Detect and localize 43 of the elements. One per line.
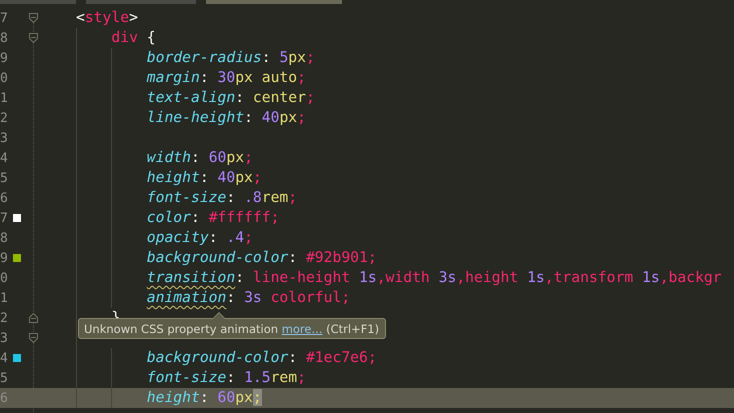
line-number: 0 [0,70,9,86]
line-number: 9 [0,50,9,66]
line-number: 5 [0,170,9,186]
code-line: text-align: center; [146,88,315,108]
fold-end-icon[interactable] [29,313,38,323]
fold-collapse-icon[interactable] [29,13,38,23]
line-number: 8 [0,230,9,246]
code-line: line-height: 40px; [146,108,306,128]
fold-collapse-icon[interactable] [29,333,38,343]
code-line: background-color: #92b901; [146,248,377,268]
line-number: 1 [0,90,9,106]
line-number: 7 [0,210,9,226]
line-number: 2 [0,310,9,326]
code-line: width: 60px; [146,148,253,168]
line-number: 9 [0,250,9,266]
code-line: opacity: .4; [146,228,253,248]
line-number: 2 [0,110,9,126]
code-line: margin: 30px auto; [146,68,306,88]
code-line: border-radius: 5px; [146,48,315,68]
code-line: div { [111,28,156,48]
code-line: font-size: 1.5 rem; [146,368,306,388]
code-line: animation: 3s colorful; [146,288,350,308]
line-number: 6 [0,390,9,406]
line-number: 3 [0,130,9,146]
fold-collapse-icon[interactable] [29,33,38,43]
line-number: 4 [0,150,9,166]
line-number: 6 [0,190,9,206]
line-number: 5 [0,370,9,386]
tooltip-text: Unknown CSS property animation more... (Ctrl+F1) [84,322,380,336]
line-number: 4 [0,350,9,366]
line-number: 8 [0,30,9,46]
code-line: color: #ffffff; [146,208,280,228]
code-line: height: 60px; [146,388,262,408]
code-line: background-color: #1ec7e6; [146,348,377,368]
code-line: <style> [76,8,138,28]
code-line: font-size: .8 rem; [146,188,298,208]
line-number: 7 [0,10,9,26]
line-number: 3 [0,330,9,346]
code-line: height: 40px; [146,168,262,188]
more-link[interactable]: more... [282,322,322,336]
line-number: 1 [0,290,9,306]
line-number: 0 [0,270,9,286]
code-line: transition: line-height 1s,width 3s,height 1s,transform 1s,backgr [146,268,722,288]
